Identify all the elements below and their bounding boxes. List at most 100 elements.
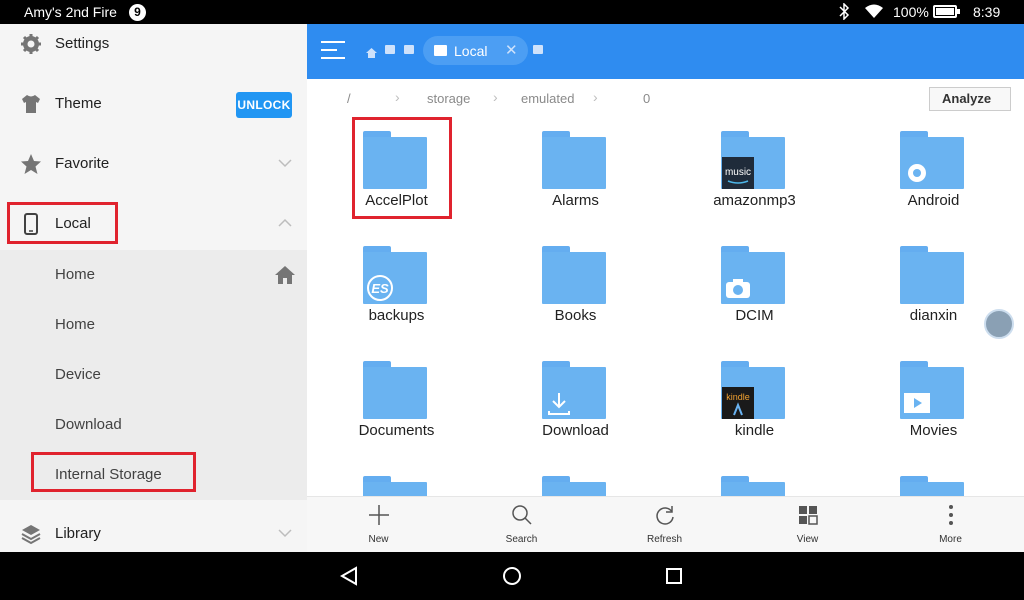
sidebar-subitem-label: Home [55, 316, 96, 333]
folder-item[interactable]: Documents [307, 349, 486, 464]
folder-icon [900, 246, 964, 304]
download-icon [543, 387, 575, 419]
search-button[interactable]: Search [450, 497, 593, 553]
chevron-down-icon [278, 159, 292, 168]
folder-icon: music [721, 131, 785, 189]
system-nav-bar [0, 552, 1024, 600]
sidebar-subitem-home[interactable]: Home [0, 300, 307, 350]
folder-item[interactable]: Alarms [486, 119, 665, 234]
folder-icon [721, 246, 785, 304]
floating-avatar[interactable] [984, 309, 1014, 339]
folder-crumb-icon[interactable] [533, 45, 543, 54]
bottom-toolbar: New Search Refresh View More [307, 496, 1024, 552]
wifi-icon [865, 4, 883, 18]
folder-icon [542, 131, 606, 189]
grid-icon [799, 506, 818, 525]
sidebar-item-settings[interactable]: Settings [0, 24, 307, 70]
folder-item[interactable]: Android [844, 119, 1023, 234]
folder-item-partial[interactable] [844, 464, 1023, 496]
sidebar-item-library[interactable]: Library [0, 510, 307, 552]
back-icon[interactable] [339, 566, 359, 586]
sidebar-item-label: Favorite [55, 155, 110, 172]
clock: 8:39 [973, 4, 1001, 20]
new-button[interactable]: New [307, 497, 450, 553]
sidebar-subitem-home[interactable]: Home [0, 250, 307, 300]
device-name: Amy's 2nd Fire [24, 4, 117, 20]
search-icon [512, 505, 532, 525]
gear-icon [21, 34, 41, 54]
home-icon[interactable] [366, 45, 377, 58]
folder-item[interactable]: Books [486, 234, 665, 349]
folder-icon [363, 361, 427, 419]
folder-tab-icon [434, 45, 447, 56]
refresh-button[interactable]: Refresh [593, 497, 736, 553]
folder-item[interactable]: Download [486, 349, 665, 464]
folder-item[interactable]: DCIM [665, 234, 844, 349]
folder-crumb-icon[interactable] [385, 45, 395, 54]
highlight-box [31, 452, 196, 492]
notification-badge: 9 [129, 4, 146, 21]
music-icon: music [722, 157, 754, 189]
folder-icon [900, 476, 964, 496]
folder-icon [900, 361, 964, 419]
menu-icon[interactable] [321, 41, 345, 61]
path-segment[interactable]: / [347, 91, 351, 106]
folder-item-partial[interactable] [486, 464, 665, 496]
new-label: New [368, 534, 389, 545]
folder-icon: ES [363, 246, 427, 304]
path-segment[interactable]: storage [427, 91, 470, 106]
path-segment[interactable]: 0 [643, 91, 650, 106]
folder-name: amazonmp3 [713, 192, 796, 209]
folder-item[interactable]: kindle kindle [665, 349, 844, 464]
gear-icon [901, 157, 933, 189]
plus-icon [369, 505, 389, 525]
sidebar-item-label: Library [55, 525, 101, 542]
status-bar: Amy's 2nd Fire 9 100% 8:39 [0, 0, 1024, 24]
folder-item[interactable]: ES backups [307, 234, 486, 349]
refresh-icon [656, 506, 674, 525]
folder-name: kindle [734, 422, 775, 439]
battery-icon [933, 5, 960, 18]
folder-name: Alarms [552, 192, 599, 209]
home-nav-icon[interactable] [502, 566, 522, 586]
refresh-label: Refresh [646, 534, 682, 545]
folder-crumb-icon[interactable] [404, 45, 414, 54]
highlight-box [352, 117, 452, 219]
tab-local[interactable]: Local ✕ [423, 36, 528, 65]
battery-percent: 100% [893, 4, 929, 20]
folder-name: Android [907, 192, 960, 209]
local-submenu: Home Home Device Download Internal Stora… [0, 250, 307, 500]
folder-icon: kindle [721, 361, 785, 419]
more-vertical-icon [949, 505, 953, 525]
music-emblem-text: music [725, 167, 751, 178]
sidebar-subitem-download[interactable]: Download [0, 400, 307, 450]
path-bar: / › storage › emulated › 0 Analyze [307, 79, 1024, 117]
camera-icon [722, 272, 754, 304]
folder-icon [542, 361, 606, 419]
folder-item[interactable]: music amazonmp3 [665, 119, 844, 234]
sidebar-subitem-label: Download [55, 416, 122, 433]
more-button[interactable]: More [879, 497, 1022, 553]
shirt-icon [22, 95, 40, 113]
folder-icon [542, 476, 606, 496]
top-toolbar: Local ✕ [307, 24, 1024, 79]
bluetooth-icon [839, 3, 850, 20]
view-label: View [796, 534, 819, 545]
folder-item-partial[interactable] [307, 464, 486, 496]
tab-label: Local [454, 43, 488, 59]
sidebar: Settings Theme UNLOCK Favorite Local Hom… [0, 24, 307, 552]
close-icon[interactable]: ✕ [505, 41, 518, 59]
chevron-right-icon: › [493, 89, 498, 105]
unlock-button[interactable]: UNLOCK [236, 92, 292, 118]
folder-icon [900, 131, 964, 189]
sidebar-item-favorite[interactable]: Favorite [0, 140, 307, 190]
folder-icon [542, 246, 606, 304]
path-segment[interactable]: emulated [521, 91, 574, 106]
analyze-button[interactable]: Analyze [929, 87, 1011, 111]
more-label: More [939, 534, 962, 545]
recents-icon[interactable] [664, 566, 684, 586]
folder-item-partial[interactable] [665, 464, 844, 496]
folder-item[interactable]: Movies [844, 349, 1023, 464]
sidebar-subitem-device[interactable]: Device [0, 350, 307, 400]
view-button[interactable]: View [736, 497, 879, 553]
